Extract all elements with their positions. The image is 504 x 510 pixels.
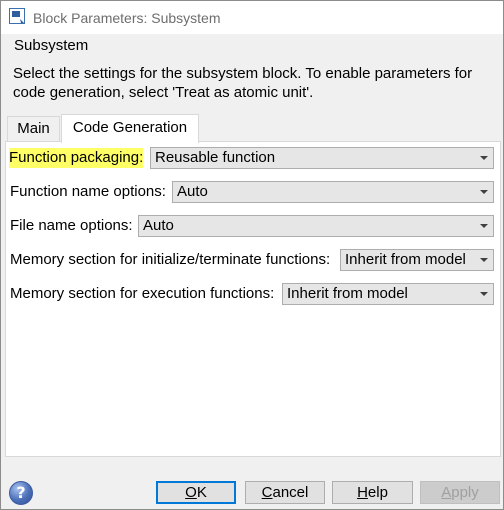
tab-code-generation[interactable]: Code Generation	[61, 114, 199, 143]
chevron-down-icon	[480, 156, 488, 160]
chevron-down-icon	[480, 190, 488, 194]
apply-label-rest: pply	[451, 484, 479, 501]
function-name-options-dropdown[interactable]: Auto	[172, 181, 494, 203]
memory-init-term-value: Inherit from model	[345, 251, 466, 268]
help-icon[interactable]: ?	[9, 481, 33, 505]
help-mnemonic: H	[357, 484, 368, 501]
cancel-mnemonic: C	[261, 484, 273, 501]
tab-strip: Main Code Generation	[7, 114, 497, 143]
file-name-options-dropdown[interactable]: Auto	[138, 215, 494, 237]
function-packaging-label: Function packaging:	[9, 148, 144, 168]
ok-button[interactable]: OK	[156, 481, 236, 504]
chevron-down-icon	[480, 258, 488, 262]
memory-exec-dropdown[interactable]: Inherit from model	[282, 283, 494, 305]
memory-exec-value: Inherit from model	[287, 285, 408, 302]
group-label: Subsystem	[14, 37, 89, 54]
apply-mnemonic: A	[441, 484, 452, 501]
function-packaging-dropdown[interactable]: Reusable function	[150, 147, 494, 169]
simulink-block-icon	[9, 8, 25, 24]
block-parameters-dialog: Block Parameters: Subsystem Subsystem Se…	[0, 0, 504, 510]
memory-exec-label: Memory section for execution functions:	[10, 285, 275, 302]
button-bar: ? OK Cancel Help Apply	[1, 471, 503, 509]
chevron-down-icon	[480, 292, 488, 296]
chevron-down-icon	[480, 224, 488, 228]
title-bar[interactable]: Block Parameters: Subsystem	[1, 1, 503, 34]
tab-main[interactable]: Main	[7, 116, 60, 141]
memory-init-term-label: Memory section for initialize/terminate …	[10, 251, 331, 268]
apply-button[interactable]: Apply	[420, 481, 500, 504]
ok-mnemonic: O	[185, 484, 197, 501]
function-packaging-value: Reusable function	[155, 149, 276, 166]
group-description: Select the settings for the subsystem bl…	[13, 65, 473, 101]
function-name-options-value: Auto	[177, 183, 208, 200]
ok-label-rest: K	[196, 484, 207, 501]
help-label-rest: elp	[367, 484, 388, 501]
code-generation-panel: Function packaging: Reusable function Fu…	[5, 141, 501, 457]
function-name-options-label: Function name options:	[10, 183, 166, 200]
window-title: Block Parameters: Subsystem	[33, 10, 221, 26]
help-button[interactable]: Help	[332, 481, 413, 504]
file-name-options-label: File name options:	[10, 217, 133, 234]
memory-init-term-dropdown[interactable]: Inherit from model	[340, 249, 494, 271]
file-name-options-value: Auto	[143, 217, 174, 234]
cancel-label-rest: ancel	[272, 484, 309, 501]
cancel-button[interactable]: Cancel	[245, 481, 325, 504]
